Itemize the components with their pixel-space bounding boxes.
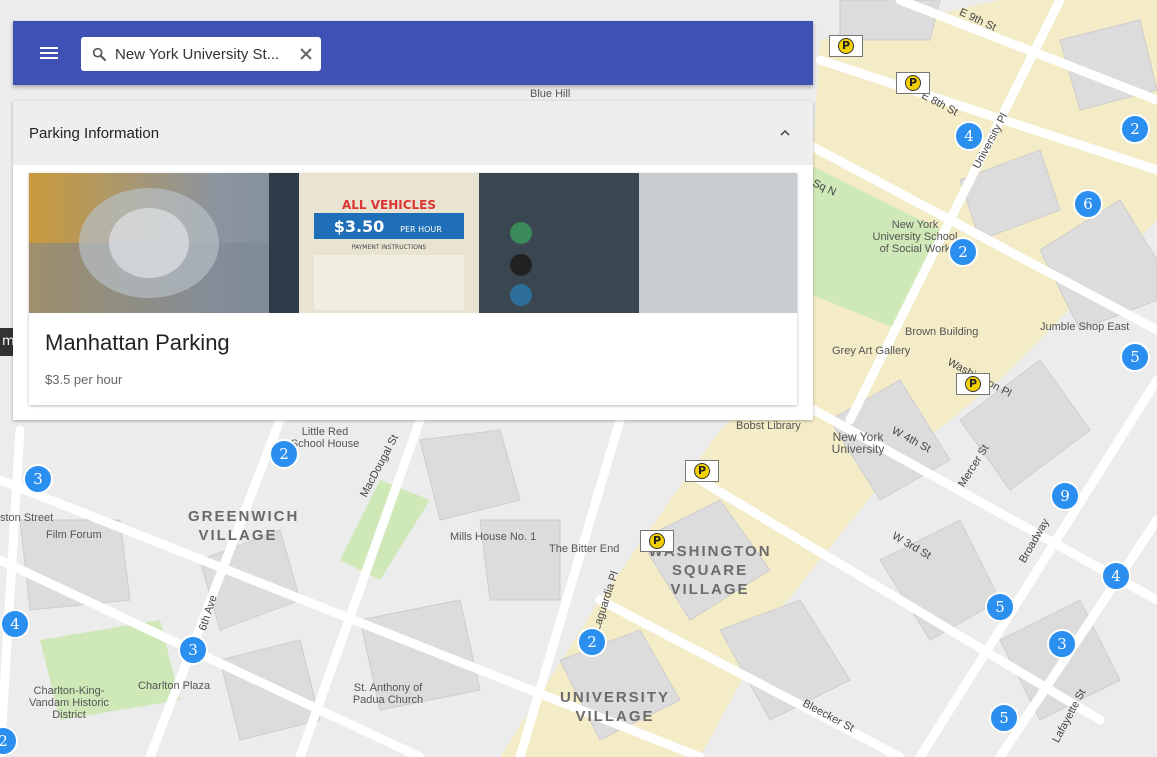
parking-card[interactable]: ALL VEHICLES $3.50 PER HOUR PAYMENT INST… [29, 173, 797, 405]
place-label: Charlton Plaza [138, 680, 211, 692]
parking-cluster-marker[interactable]: 2 [948, 237, 978, 267]
search-box [81, 37, 321, 71]
place-label: New York University School of Social Wor… [872, 219, 958, 255]
parking-cluster-marker[interactable]: 2 [577, 627, 607, 657]
parking-icon: P [649, 533, 665, 549]
parking-cluster-marker[interactable]: 5 [985, 592, 1015, 622]
panel-title: Parking Information [29, 125, 160, 142]
place-label: Jumble Shop East [1040, 321, 1130, 333]
parking-cluster-marker[interactable]: 6 [1073, 189, 1103, 219]
parking-marker[interactable]: P [640, 530, 674, 552]
place-label: New York University [831, 430, 885, 456]
parking-cluster-marker[interactable]: 9 [1050, 481, 1080, 511]
app-bar [13, 21, 813, 85]
parking-cluster-marker[interactable]: 4 [0, 609, 30, 639]
clear-search-icon[interactable] [296, 44, 316, 64]
place-label: The Bitter End [549, 543, 620, 555]
meter-price-text: $3.50 [334, 217, 385, 236]
district-label: UNIVERSITY VILLAGE [560, 689, 671, 725]
parking-meter-image: ALL VEHICLES $3.50 PER HOUR PAYMENT INST… [29, 173, 797, 313]
parking-info-panel: Parking Information ALL VEHICLES $3.50 P… [13, 101, 813, 420]
parking-cluster-marker[interactable]: 3 [178, 635, 208, 665]
place-label: Brown Building [905, 326, 979, 338]
parking-icon: P [965, 376, 981, 392]
search-icon [92, 47, 106, 61]
parking-cluster-marker[interactable]: 3 [23, 464, 53, 494]
place-label: Grey Art Gallery [832, 345, 911, 357]
parking-cluster-marker[interactable]: 5 [989, 703, 1019, 733]
parking-cluster-marker[interactable]: 4 [1101, 561, 1131, 591]
chevron-up-icon[interactable] [777, 125, 793, 141]
parking-marker[interactable]: P [829, 35, 863, 57]
parking-marker[interactable]: P [896, 72, 930, 94]
place-label: Charlton-King-Vandam Historic District [29, 685, 109, 721]
parking-icon: P [905, 75, 921, 91]
place-label: St. Anthony of Padua Church [352, 682, 424, 706]
place-label: Blue Hill [530, 88, 571, 100]
parking-marker[interactable]: P [685, 460, 719, 482]
parking-cluster-marker[interactable]: 2 [269, 439, 299, 469]
meter-header-text: ALL VEHICLES [342, 198, 436, 212]
parking-cluster-marker[interactable]: 4 [954, 121, 984, 151]
place-label: Film Forum [46, 529, 102, 541]
panel-header[interactable]: Parking Information [13, 101, 813, 165]
parking-icon: P [838, 38, 854, 54]
parking-cluster-marker[interactable]: 2 [1120, 114, 1150, 144]
parking-marker[interactable]: P [956, 373, 990, 395]
place-label: Bobst Library [736, 420, 801, 432]
parking-cluster-marker[interactable]: 3 [1047, 629, 1077, 659]
parking-name: Manhattan Parking [45, 330, 230, 355]
place-label: Mills House No. 1 [450, 531, 537, 543]
parking-cluster-marker[interactable]: 5 [1120, 342, 1150, 372]
search-input[interactable] [115, 44, 285, 64]
place-label: ston Street [0, 512, 54, 524]
meter-unit-text: PER HOUR [400, 225, 442, 234]
parking-icon: P [694, 463, 710, 479]
menu-icon[interactable] [37, 42, 61, 64]
meter-note-text: PAYMENT INSTRUCTIONS [352, 244, 427, 251]
place-label: Little Red School House [290, 426, 360, 450]
district-label: GREENWICH VILLAGE [188, 508, 300, 544]
parking-rate: $3.5 per hour [45, 372, 123, 387]
